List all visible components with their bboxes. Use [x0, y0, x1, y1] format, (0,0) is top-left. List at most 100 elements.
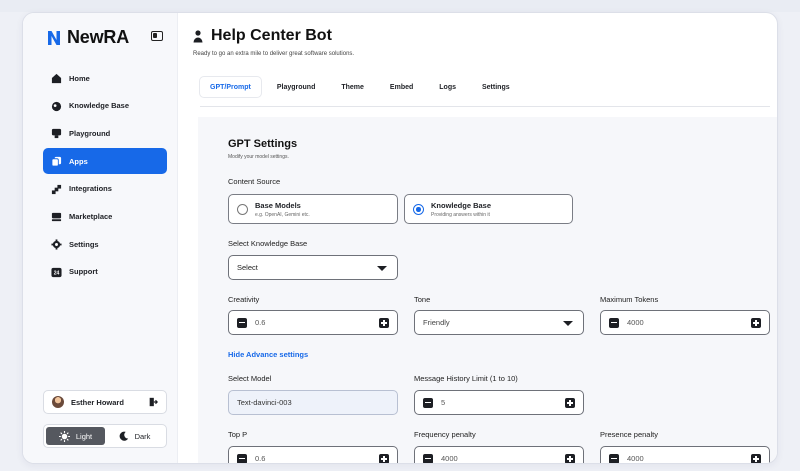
sidebar-nav: Home Knowledge Base Playground Apps Inte…: [43, 65, 167, 287]
integrations-icon: [51, 184, 62, 194]
sidebar-item-settings[interactable]: Settings: [43, 231, 167, 257]
sidebar-item-knowledge-base[interactable]: Knowledge Base: [43, 93, 167, 119]
tab-bar: GPT/Prompt Playground Theme Embed Logs S…: [200, 77, 770, 107]
theme-light-button[interactable]: Light: [46, 427, 105, 445]
creativity-value: 0.6: [255, 318, 266, 327]
playground-icon: [51, 128, 62, 139]
sidebar-item-label: Playground: [69, 128, 111, 138]
tab-embed[interactable]: Embed: [380, 77, 423, 97]
chevron-down-icon: [563, 321, 573, 326]
frequency-penalty-value: 4000: [441, 454, 458, 463]
logout-icon[interactable]: [148, 397, 158, 407]
radio-knowledge-base[interactable]: [413, 204, 424, 215]
sidebar-item-integrations[interactable]: Integrations: [43, 176, 167, 202]
top-p-stepper[interactable]: 0.6: [228, 446, 398, 463]
frequency-penalty-stepper[interactable]: 4000: [414, 446, 584, 463]
moon-icon: [119, 431, 128, 441]
sidebar-item-label: Marketplace: [69, 211, 113, 221]
sidebar-item-label: Settings: [69, 239, 99, 249]
home-icon: [51, 73, 62, 84]
tab-theme[interactable]: Theme: [331, 77, 374, 97]
hide-advanced-settings-link[interactable]: Hide Advance settings: [228, 350, 308, 359]
tab-gpt-prompt[interactable]: GPT/Prompt: [200, 77, 261, 97]
sidebar-item-playground[interactable]: Playground: [43, 120, 167, 146]
sidebar-item-label: Integrations: [69, 184, 112, 194]
minus-icon[interactable]: [609, 317, 619, 328]
tone-value: Friendly: [423, 318, 450, 327]
gpt-settings-heading: GPT Settings: [228, 138, 298, 150]
sun-icon: [58, 430, 70, 442]
page-title: Help Center Bot: [211, 27, 332, 44]
brand-name: NewRA: [67, 27, 130, 47]
theme-dark-button[interactable]: Dark: [105, 427, 164, 445]
presence-penalty-label: Presence penalty: [600, 430, 658, 439]
plus-icon[interactable]: [751, 318, 761, 328]
knowledge-icon: [51, 101, 62, 111]
theme-dark-label: Dark: [134, 431, 151, 441]
select-kb-dropdown[interactable]: Select: [228, 255, 398, 280]
gpt-settings-subheading: Modify your model settings.: [228, 154, 289, 160]
brand[interactable]: NewRA: [47, 27, 129, 48]
max-tokens-value: 4000: [627, 318, 644, 327]
content-source-base-models[interactable]: Base Models e.g. OpenAI, Gemini etc.: [228, 194, 398, 224]
sidebar-item-label: Home: [69, 73, 90, 83]
user-card[interactable]: Esther Howard: [43, 390, 167, 414]
tab-logs[interactable]: Logs: [429, 77, 466, 97]
tab-playground[interactable]: Playground: [267, 77, 326, 97]
app-window: NewRA Home Knowledge Base Playground App…: [22, 12, 778, 464]
plus-icon[interactable]: [751, 454, 761, 463]
support-icon: 24: [51, 267, 62, 277]
marketplace-icon: [51, 211, 62, 222]
gear-icon: [51, 239, 62, 250]
sidebar-item-home[interactable]: Home: [43, 65, 167, 91]
newra-logo-icon: [48, 30, 60, 45]
minus-icon[interactable]: [423, 453, 433, 463]
chevron-down-icon: [377, 266, 387, 271]
tone-dropdown[interactable]: Friendly: [414, 310, 584, 335]
history-limit-stepper[interactable]: 5: [414, 390, 584, 415]
avatar: [52, 396, 64, 408]
select-model-input[interactable]: Text-davinci-003: [228, 390, 398, 415]
presence-penalty-value: 4000: [627, 454, 644, 463]
creativity-stepper[interactable]: 0.6: [228, 310, 398, 335]
plus-icon[interactable]: [379, 454, 389, 463]
sidebar-collapse-icon[interactable]: [151, 31, 163, 41]
max-tokens-stepper[interactable]: 4000: [600, 310, 770, 335]
creativity-label: Creativity: [228, 295, 260, 304]
select-kb-label: Select Knowledge Base: [228, 239, 308, 248]
sidebar: NewRA Home Knowledge Base Playground App…: [23, 13, 178, 463]
sidebar-item-marketplace[interactable]: Marketplace: [43, 203, 167, 229]
sidebar-item-support[interactable]: 24 Support: [43, 259, 167, 285]
sidebar-item-apps[interactable]: Apps: [43, 148, 167, 175]
tab-settings[interactable]: Settings: [472, 77, 520, 97]
plus-icon[interactable]: [379, 318, 389, 328]
tone-label: Tone: [414, 295, 431, 304]
window-backdrop: [0, 0, 800, 12]
top-p-value: 0.6: [255, 454, 266, 463]
minus-icon[interactable]: [423, 397, 433, 408]
select-model-value: Text-davinci-003: [237, 398, 292, 407]
minus-icon[interactable]: [237, 317, 247, 328]
radio-base-models[interactable]: [237, 204, 248, 215]
plus-icon[interactable]: [565, 454, 575, 463]
minus-icon[interactable]: [609, 453, 619, 463]
plus-icon[interactable]: [565, 398, 575, 408]
presence-penalty-stepper[interactable]: 4000: [600, 446, 770, 463]
history-limit-value: 5: [441, 398, 446, 407]
theme-light-label: Light: [75, 431, 93, 441]
content-source-label: Content Source: [228, 177, 281, 186]
history-limit-label: Message History Limit (1 to 10): [414, 374, 518, 383]
page-subtitle: Ready to go an extra mile to deliver gre…: [193, 51, 355, 57]
sidebar-item-label: Apps: [69, 156, 88, 166]
user-name: Esther Howard: [71, 397, 124, 407]
knowledge-base-sub: Providing answers within it: [431, 212, 490, 218]
select-model-label: Select Model: [228, 374, 272, 383]
apps-icon: [51, 156, 62, 167]
minus-icon[interactable]: [237, 453, 247, 463]
select-kb-value: Select: [237, 263, 258, 272]
content-source-knowledge-base[interactable]: Knowledge Base Providing answers within …: [404, 194, 573, 224]
svg-text:24: 24: [54, 270, 60, 276]
theme-toggle: Light Dark: [43, 424, 167, 448]
base-models-sub: e.g. OpenAI, Gemini etc.: [255, 212, 310, 218]
knowledge-base-title: Knowledge Base: [431, 201, 492, 210]
